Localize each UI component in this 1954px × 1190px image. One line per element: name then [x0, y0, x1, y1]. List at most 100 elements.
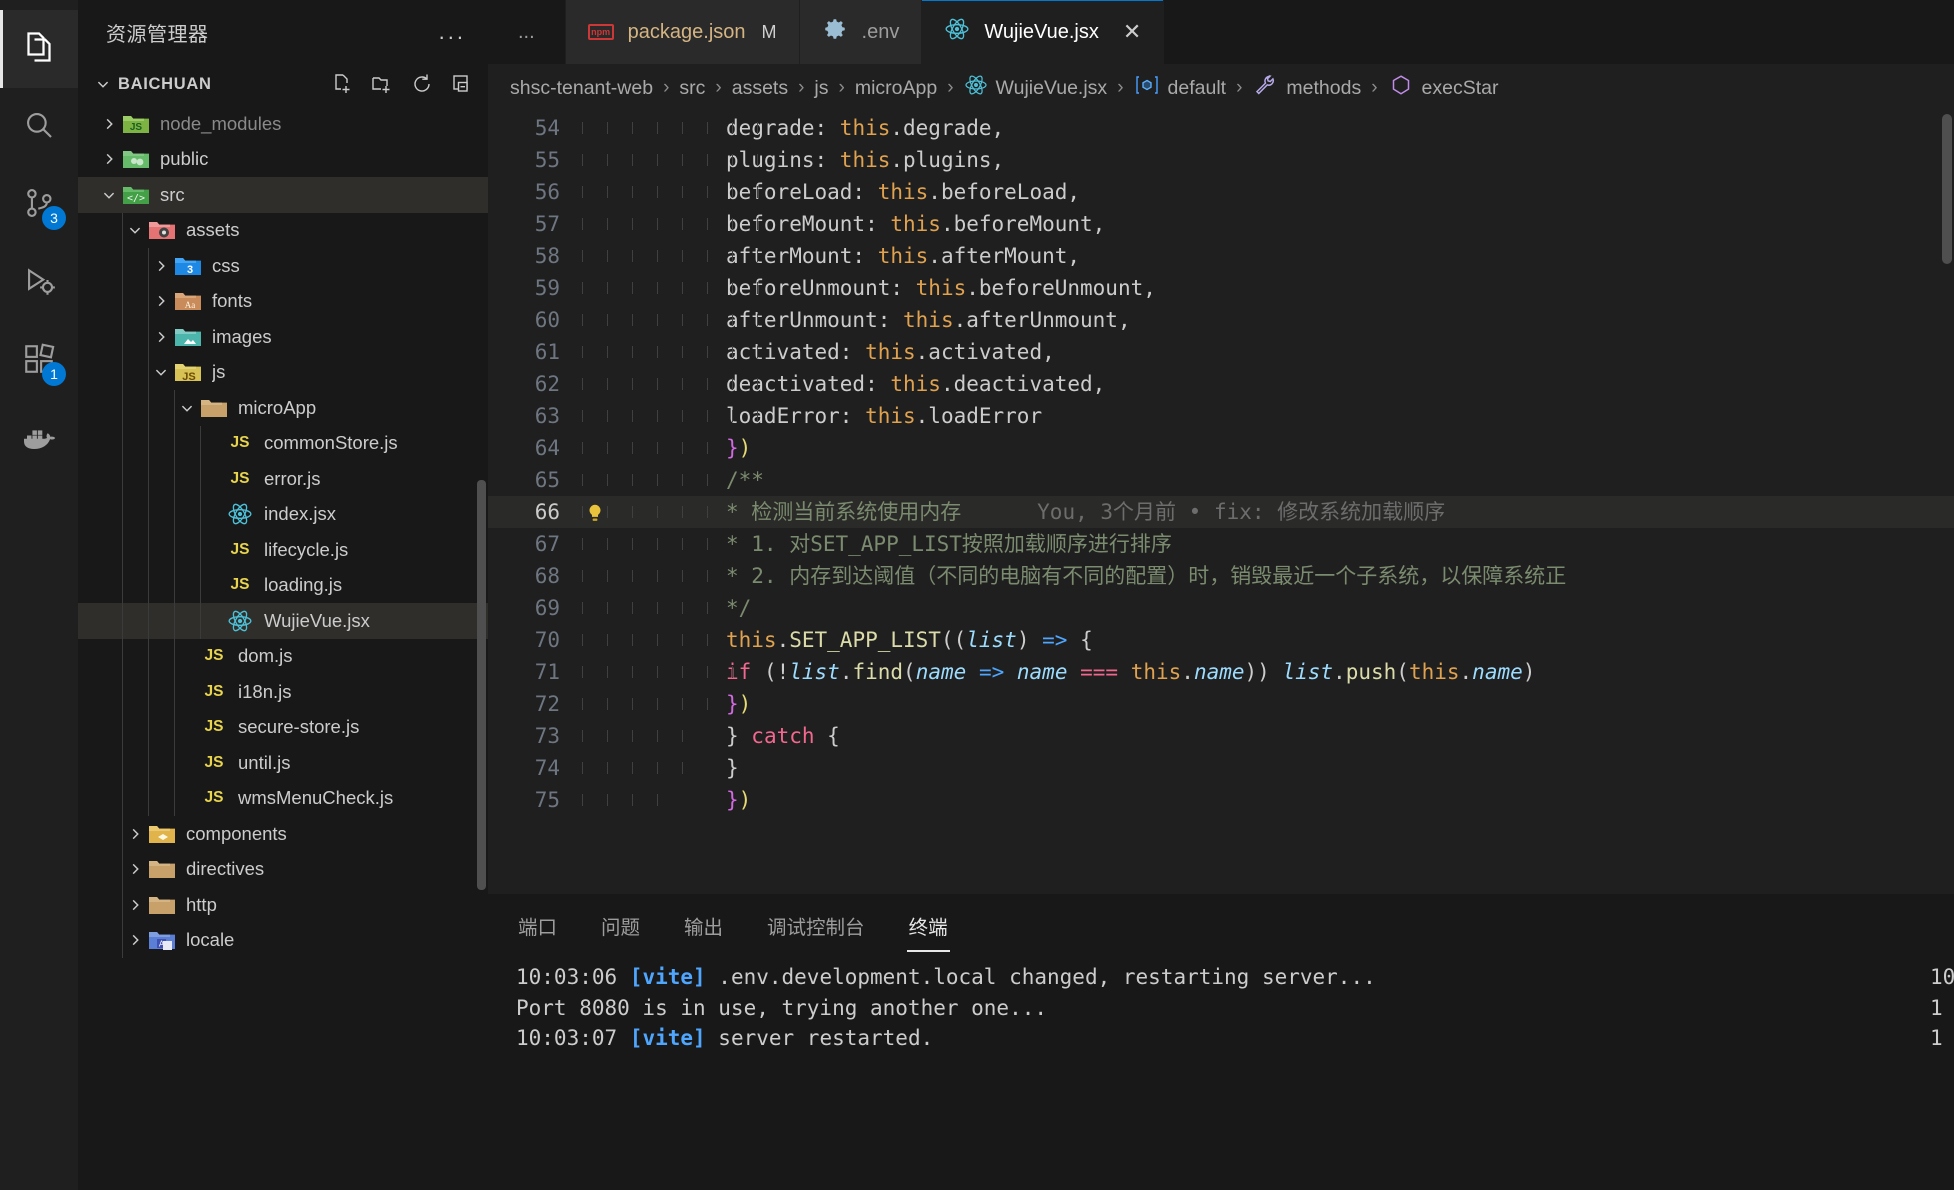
- code-line[interactable]: 62 deactivated: this.deactivated,: [488, 368, 1954, 400]
- code-line[interactable]: 59 beforeUnmount: this.beforeUnmount,: [488, 272, 1954, 304]
- code-editor[interactable]: 54 degrade: this.degrade, 55 plugins: this.…: [488, 112, 1954, 894]
- code-text: }): [726, 436, 752, 460]
- terminal-output[interactable]: 10:03:06 [vite] .env.development.local c…: [488, 956, 1954, 1190]
- tree-item-wujievue-jsx[interactable]: WujieVue.jsx: [78, 603, 488, 639]
- tree-item-http[interactable]: http: [78, 887, 488, 923]
- breadcrumb-item-js[interactable]: js: [814, 77, 828, 100]
- line-number: 68: [534, 564, 560, 588]
- breadcrumb-item-execstar[interactable]: execStar: [1388, 73, 1498, 103]
- tree-item-index-jsx[interactable]: index.jsx: [78, 496, 488, 532]
- indent-guide: [148, 567, 149, 603]
- tree-item-node-modules[interactable]: JS node_modules: [78, 106, 488, 142]
- code-lines[interactable]: 54 degrade: this.degrade, 55 plugins: this.…: [488, 112, 1954, 894]
- chevron-right-icon: [148, 326, 174, 348]
- code-line[interactable]: 63 loadError: this.loadError: [488, 400, 1954, 432]
- sidebar-more-button[interactable]: ...: [439, 19, 466, 45]
- tab--env[interactable]: .env: [799, 0, 923, 64]
- breadcrumb-item-shsc-tenant-web[interactable]: shsc-tenant-web: [510, 77, 653, 100]
- indent-guide: [122, 603, 123, 639]
- code-line[interactable]: 57 beforeMount: this.beforeMount,: [488, 208, 1954, 240]
- tree-item-i18n-js[interactable]: JS i18n.js: [78, 674, 488, 710]
- tree-item-until-js[interactable]: JS until.js: [78, 745, 488, 781]
- activity-item-extensions[interactable]: 1: [0, 322, 78, 400]
- tree-item-fonts[interactable]: Aa fonts: [78, 283, 488, 319]
- tree-item-microapp[interactable]: microApp: [78, 390, 488, 426]
- breadcrumb-item-default[interactable]: default: [1134, 73, 1226, 103]
- activity-item-source-control[interactable]: 3: [0, 166, 78, 244]
- tree-item-error-js[interactable]: JS error.js: [78, 461, 488, 497]
- activity-item-explorer[interactable]: [0, 10, 78, 88]
- panel-tab-2[interactable]: 输出: [682, 905, 725, 946]
- tree-item-dom-js[interactable]: JS dom.js: [78, 638, 488, 674]
- tree-item-assets[interactable]: assets: [78, 212, 488, 248]
- tree-item-public[interactable]: public: [78, 142, 488, 178]
- workspace-section-header[interactable]: BAICHUAN: [78, 64, 488, 104]
- js-file-icon: JS: [204, 647, 224, 665]
- tree-item-label: components: [186, 822, 287, 844]
- tab-overflow-button[interactable]: ...: [488, 0, 566, 64]
- code-line[interactable]: 69 */: [488, 592, 1954, 624]
- code-line[interactable]: 71 if (!list.find(name => name === this.n…: [488, 656, 1954, 688]
- line-number: 60: [534, 308, 560, 332]
- breadcrumb-item-wujievue-jsx[interactable]: WujieVue.jsx: [964, 73, 1107, 103]
- tree-item-css[interactable]: 3 css: [78, 248, 488, 284]
- breadcrumb-item-src[interactable]: src: [679, 77, 705, 100]
- refresh-icon[interactable]: [410, 72, 434, 96]
- file-tree[interactable]: JS node_modules public </> src assets 3 css Aa fo…: [78, 104, 488, 1190]
- code-line[interactable]: 65 /**: [488, 464, 1954, 496]
- code-line[interactable]: 75}): [488, 784, 1954, 816]
- breadcrumb-item-methods[interactable]: methods: [1252, 73, 1361, 103]
- panel-tab-4[interactable]: 终端: [906, 905, 950, 952]
- close-icon[interactable]: ✕: [1123, 21, 1141, 43]
- code-line[interactable]: 55 plugins: this.plugins,: [488, 144, 1954, 176]
- tree-item-js[interactable]: JS js: [78, 354, 488, 390]
- tree-item-loading-js[interactable]: JS loading.js: [78, 567, 488, 603]
- tree-item-lifecycle-js[interactable]: JS lifecycle.js: [78, 532, 488, 568]
- tree-item-directives[interactable]: directives: [78, 851, 488, 887]
- breadcrumb-separator: ›: [1236, 77, 1243, 98]
- tree-item-components[interactable]: components: [78, 816, 488, 852]
- collapse-all-icon[interactable]: [450, 72, 474, 96]
- terminal-right-text: 1: [1930, 995, 1943, 1020]
- tree-item-secure-store-js[interactable]: JS secure-store.js: [78, 709, 488, 745]
- activity-item-run-debug[interactable]: [0, 244, 78, 322]
- indent-guide: [148, 745, 149, 781]
- breadcrumb-item-assets[interactable]: assets: [732, 77, 788, 100]
- code-line[interactable]: 64}): [488, 432, 1954, 464]
- code-line[interactable]: 73} catch {: [488, 720, 1954, 752]
- tree-item-wmsmenucheck-js[interactable]: JS wmsMenuCheck.js: [78, 780, 488, 816]
- code-line[interactable]: 72}): [488, 688, 1954, 720]
- folder-fonts-icon: Aa: [174, 289, 202, 313]
- new-folder-icon[interactable]: [370, 72, 394, 96]
- code-line[interactable]: 67 * 1. 对SET_APP_LIST按照加载顺序进行排序: [488, 528, 1954, 560]
- tree-item-locale[interactable]: Alocale: [78, 922, 488, 958]
- code-line[interactable]: 58 afterMount: this.afterMount,: [488, 240, 1954, 272]
- indent-guide: [122, 709, 123, 745]
- tree-item-commonstore-js[interactable]: JS commonStore.js: [78, 425, 488, 461]
- editor-scrollbar[interactable]: [1942, 114, 1952, 264]
- activity-item-search[interactable]: [0, 88, 78, 166]
- code-line[interactable]: 70 this.SET_APP_LIST((list) => {: [488, 624, 1954, 656]
- tab-package-json[interactable]: npm package.json M: [565, 0, 800, 64]
- tree-item-label: locale: [186, 929, 235, 951]
- code-line[interactable]: 61 activated: this.activated,: [488, 336, 1954, 368]
- code-line[interactable]: 60 afterUnmount: this.afterUnmount,: [488, 304, 1954, 336]
- code-line[interactable]: 54 degrade: this.degrade,: [488, 112, 1954, 144]
- code-line[interactable]: 56 beforeLoad: this.beforeLoad,: [488, 176, 1954, 208]
- panel-tab-0[interactable]: 端口: [516, 905, 559, 946]
- new-file-icon[interactable]: [330, 72, 354, 96]
- code-line[interactable]: 66 * 检测当前系统使用内存 You, 3个月前 • fix: 修改系统加载顺序: [488, 496, 1954, 528]
- activity-item-docker[interactable]: [0, 400, 78, 478]
- panel-tab-3[interactable]: 调试控制台: [765, 905, 867, 946]
- breadcrumb[interactable]: shsc-tenant-web › src › assets › js › microApp › W…: [488, 64, 1954, 112]
- tree-item-images[interactable]: images: [78, 319, 488, 355]
- code-line[interactable]: 68 * 2. 内存到达阈值（不同的电脑有不同的配置）时，销毁最近一个子系统，以保…: [488, 560, 1954, 592]
- tree-item-src[interactable]: </> src: [78, 177, 488, 213]
- code-line[interactable]: 74}: [488, 752, 1954, 784]
- lightbulb-icon[interactable]: [584, 501, 606, 523]
- tab-wujievue-jsx[interactable]: WujieVue.jsx ✕: [922, 0, 1165, 64]
- breadcrumb-item-microapp[interactable]: microApp: [855, 77, 937, 100]
- panel-tab-1[interactable]: 问题: [599, 905, 642, 946]
- folder-images-icon: [174, 325, 202, 349]
- sidebar-scrollbar[interactable]: [477, 480, 486, 890]
